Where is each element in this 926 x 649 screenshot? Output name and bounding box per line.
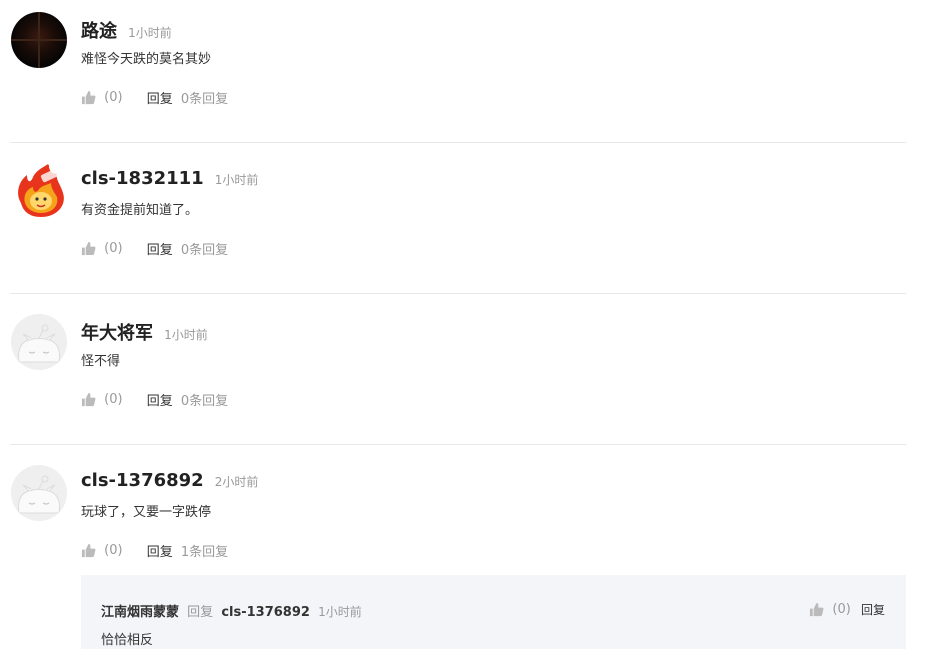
timestamp: 1小时前: [164, 328, 208, 342]
user-avatar[interactable]: [11, 465, 67, 521]
thumbs-up-icon[interactable]: [81, 392, 96, 407]
default-avatar-icon: [11, 314, 67, 370]
user-avatar[interactable]: [11, 314, 67, 370]
username[interactable]: 年大将军: [81, 323, 153, 344]
comment-header: 路途 1小时前: [81, 17, 172, 43]
comment-text: 难怪今天跌的莫名其妙: [81, 52, 212, 67]
username[interactable]: cls-1376892: [81, 470, 204, 491]
reply-button[interactable]: 回复: [147, 541, 173, 560]
divider: [10, 444, 906, 445]
user-avatar[interactable]: [11, 163, 67, 219]
reply-button[interactable]: 回复: [147, 239, 173, 258]
comment-text: 玩球了，又要一字跌停: [81, 505, 212, 520]
comment-header: cls-1832111 1小时前: [81, 168, 258, 194]
username[interactable]: cls-1832111: [81, 168, 204, 189]
timestamp: 1小时前: [214, 173, 259, 187]
reply-button[interactable]: 回复: [147, 390, 173, 409]
fire-mascot-icon: [18, 163, 64, 217]
reply-target-username[interactable]: cls-1376892: [221, 605, 310, 620]
reply-username[interactable]: 江南烟雨蒙蒙: [101, 605, 179, 620]
divider: [10, 293, 906, 294]
like-count: (0): [104, 241, 123, 256]
timestamp: 1小时前: [318, 605, 362, 619]
timestamp: 2小时前: [214, 475, 259, 489]
comment-text: 有资金提前知道了。: [81, 203, 199, 218]
like-count: (0): [832, 602, 851, 617]
comment-actions: (0) 回复 0条回复: [81, 88, 228, 108]
like-count: (0): [104, 90, 123, 105]
reply-count-link[interactable]: 0条回复: [181, 239, 228, 258]
reply-count-link[interactable]: 1条回复: [181, 541, 228, 560]
thumbs-up-icon[interactable]: [81, 543, 96, 558]
comment-header: 年大将军 1小时前: [81, 319, 208, 345]
reply-text: 恰恰相反: [101, 633, 154, 648]
comment-actions: (0) 回复 0条回复: [81, 239, 228, 259]
like-count: (0): [104, 392, 123, 407]
user-avatar[interactable]: [11, 12, 67, 68]
timestamp: 1小时前: [128, 26, 172, 40]
reply-button[interactable]: 回复: [147, 88, 173, 107]
reply-count-link[interactable]: 0条回复: [181, 88, 228, 107]
comment-text: 怪不得: [81, 354, 121, 369]
reply-count-link[interactable]: 0条回复: [181, 390, 228, 409]
comment-actions: (0) 回复 0条回复: [81, 390, 228, 410]
like-count: (0): [104, 543, 123, 558]
thumbs-up-icon[interactable]: [81, 241, 96, 256]
comment-actions: (0) 回复 1条回复: [81, 541, 228, 561]
reply-word: 回复: [187, 605, 214, 620]
divider: [10, 142, 906, 143]
comment-header: cls-1376892 2小时前: [81, 470, 258, 496]
nested-reply: 江南烟雨蒙蒙 回复 cls-1376892 1小时前 恰恰相反 (0) 回复: [81, 575, 906, 649]
reply-button[interactable]: 回复: [861, 601, 885, 618]
nested-reply-header: 江南烟雨蒙蒙 回复 cls-1376892 1小时前: [101, 601, 362, 620]
reply-actions: (0) 回复: [809, 601, 885, 618]
default-avatar-icon: [11, 465, 67, 521]
thumbs-up-icon[interactable]: [809, 602, 824, 617]
thumbs-up-icon[interactable]: [81, 90, 96, 105]
username[interactable]: 路途: [81, 21, 117, 42]
